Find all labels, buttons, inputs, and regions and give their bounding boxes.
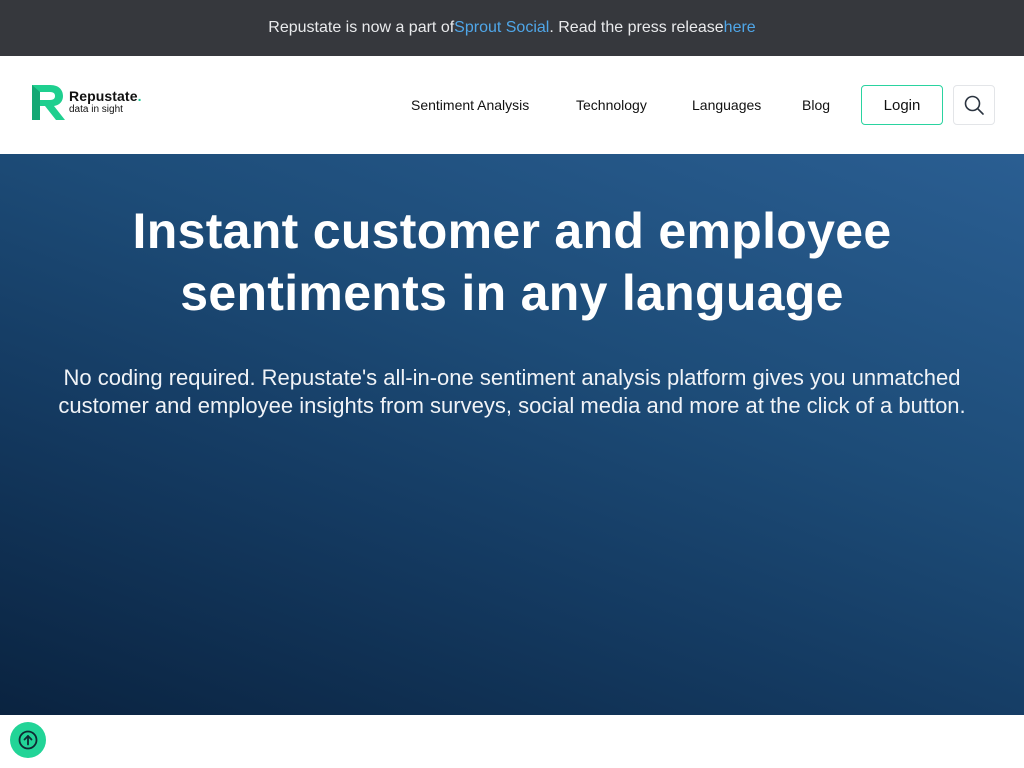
logo[interactable]: Repustate. data in sight bbox=[30, 82, 154, 122]
header-nav: Repustate. data in sight Sentiment Analy… bbox=[0, 56, 1024, 154]
search-button[interactable] bbox=[953, 85, 995, 125]
announcement-middle: . Read the press release bbox=[549, 19, 724, 36]
nav-item-languages[interactable]: Languages bbox=[692, 97, 761, 113]
hero-title: Instant customer and employee sentiments… bbox=[0, 200, 1024, 324]
arrow-up-circle-icon bbox=[18, 730, 38, 750]
announcement-prefix: Repustate is now a part of bbox=[268, 19, 455, 36]
search-icon bbox=[964, 95, 984, 115]
nav-item-technology[interactable]: Technology bbox=[576, 97, 647, 113]
login-button[interactable]: Login bbox=[861, 85, 943, 125]
sprout-social-link[interactable]: Sprout Social bbox=[454, 19, 549, 37]
hero-subtitle: No coding required. Repustate's all-in-o… bbox=[58, 365, 966, 418]
hero-section: Instant customer and employee sentiments… bbox=[0, 154, 1024, 715]
hero-title-line2: sentiments in any language bbox=[180, 265, 844, 321]
logo-name: Repustate. bbox=[69, 89, 142, 103]
hero-title-line1: Instant customer and employee bbox=[132, 203, 892, 259]
nav-item-sentiment-analysis[interactable]: Sentiment Analysis bbox=[411, 97, 529, 113]
announcement-bar: Repustate is now a part of Sprout Social… bbox=[0, 0, 1024, 56]
logo-tagline: data in sight bbox=[69, 104, 123, 115]
press-release-link[interactable]: here bbox=[724, 19, 756, 37]
logo-name-text: Repustate bbox=[69, 88, 138, 104]
logo-dot: . bbox=[137, 88, 142, 104]
repustate-logo-icon bbox=[32, 85, 65, 120]
nav-item-blog[interactable]: Blog bbox=[802, 97, 830, 113]
scroll-to-top-button[interactable] bbox=[10, 722, 46, 758]
